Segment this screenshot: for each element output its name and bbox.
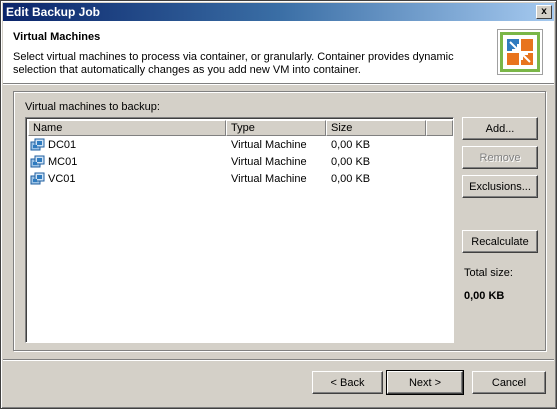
page-title: Virtual Machines — [13, 31, 101, 43]
total-size-label: Total size: — [464, 267, 513, 279]
recalculate-button[interactable]: Recalculate — [462, 230, 538, 253]
window-title: Edit Backup Job — [6, 5, 101, 19]
back-button-label: < Back — [330, 376, 365, 389]
cancel-button[interactable]: Cancel — [472, 371, 546, 394]
vm-type: Virtual Machine — [231, 173, 307, 185]
remove-button[interactable]: Remove — [462, 146, 538, 169]
total-size-value: 0,00 KB — [464, 290, 505, 302]
remove-button-label: Remove — [479, 151, 521, 164]
virtual-machine-icon — [30, 171, 46, 187]
column-header-size[interactable]: Size — [326, 120, 426, 136]
vm-name: MC01 — [48, 156, 78, 168]
vm-size: 0,00 KB — [331, 173, 371, 185]
close-icon[interactable]: x — [536, 5, 552, 19]
title-bar[interactable]: Edit Backup Job x — [3, 3, 554, 21]
add-button-label: Add... — [485, 122, 515, 135]
column-header-name[interactable]: Name — [28, 120, 226, 136]
vm-type: Virtual Machine — [231, 139, 307, 151]
virtual-machine-icon — [30, 137, 46, 153]
column-header-filler — [426, 120, 453, 136]
recalculate-button-label: Recalculate — [471, 235, 529, 248]
footer-separator — [3, 359, 554, 361]
cancel-button-label: Cancel — [491, 376, 527, 389]
edit-backup-job-window: Edit Backup Job x Virtual Machines Selec… — [0, 0, 557, 409]
virtual-machine-icon — [30, 154, 46, 170]
wizard-header: Virtual Machines Select virtual machines… — [3, 21, 554, 83]
page-description: Select virtual machines to process via c… — [13, 51, 454, 76]
table-row[interactable]: MC01 Virtual Machine 0,00 KB — [28, 154, 453, 171]
header-separator — [3, 83, 554, 85]
vm-list-label: Virtual machines to backup: — [25, 101, 160, 113]
back-button[interactable]: < Back — [312, 371, 383, 394]
exclusions-button-label: Exclusions... — [469, 180, 531, 193]
vm-size: 0,00 KB — [331, 156, 371, 168]
add-button[interactable]: Add... — [462, 117, 538, 140]
table-row[interactable]: DC01 Virtual Machine 0,00 KB — [28, 137, 453, 154]
vm-list-header: Name Type Size — [28, 120, 453, 136]
vm-selection-logo-icon — [497, 29, 543, 75]
column-header-type[interactable]: Type — [226, 120, 326, 136]
vm-name: DC01 — [48, 139, 77, 151]
vm-list[interactable]: Name Type Size DC01 Virtual Machine 0,00… — [25, 117, 454, 343]
exclusions-button[interactable]: Exclusions... — [462, 175, 538, 198]
next-button-label: Next > — [408, 376, 442, 389]
table-row[interactable]: VC01 Virtual Machine 0,00 KB — [28, 171, 453, 188]
vm-type: Virtual Machine — [231, 156, 307, 168]
vm-name: VC01 — [48, 173, 76, 185]
vm-size: 0,00 KB — [331, 139, 371, 151]
next-button[interactable]: Next > — [386, 370, 464, 395]
